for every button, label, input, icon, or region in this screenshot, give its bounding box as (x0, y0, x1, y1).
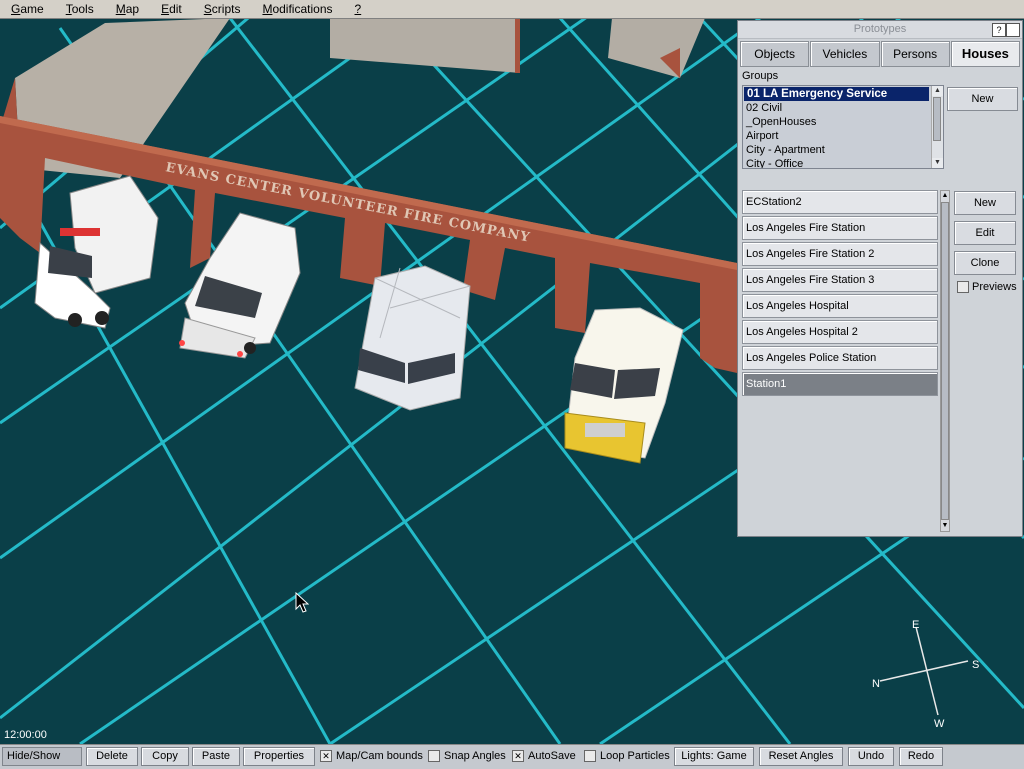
prototype-item[interactable]: Los Angeles Fire Station 2 (742, 242, 938, 266)
hide-show-button[interactable]: Hide/Show (2, 747, 82, 766)
prototype-item-selected[interactable]: Station1 (742, 372, 938, 396)
scroll-up-icon[interactable]: ▲ (941, 191, 949, 201)
paste-button[interactable]: Paste (192, 747, 240, 766)
lights-button[interactable]: Lights: Game (674, 747, 754, 766)
help-button[interactable]: ? (992, 23, 1006, 37)
menu-edit[interactable]: Edit (150, 0, 193, 18)
menu-help[interactable]: ? (344, 0, 373, 18)
compass-south: S (972, 659, 979, 671)
prototype-list: ECStation2 Los Angeles Fire Station Los … (742, 190, 940, 530)
snap-angles-label: Snap Angles (444, 750, 506, 762)
group-item[interactable]: City - Office (743, 157, 943, 168)
compass-east: E (912, 619, 919, 631)
map-cam-bounds-checkbox[interactable]: ✕ (320, 750, 332, 762)
group-item[interactable]: _OpenHouses (743, 115, 943, 129)
tab-persons[interactable]: Persons (880, 41, 950, 67)
game-clock: 12:00:00 (4, 729, 47, 741)
scroll-thumb[interactable] (933, 97, 941, 141)
prototype-item[interactable]: Los Angeles Fire Station (742, 216, 938, 240)
prototypes-panel: Prototypes ? Objects Vehicles Persons Ho… (737, 20, 1023, 537)
previews-label: Previews (972, 281, 1017, 293)
menu-map[interactable]: Map (105, 0, 150, 18)
menu-modifications[interactable]: Modifications (251, 0, 343, 18)
groups-scrollbar[interactable]: ▲ ▼ (931, 86, 943, 168)
autosave-label: AutoSave (528, 750, 576, 762)
prototype-scrollbar[interactable]: ▲ ▼ (940, 190, 950, 532)
compass-icon: E S N W (872, 619, 979, 730)
prototype-item[interactable]: ECStation2 (742, 190, 938, 214)
menu-tools[interactable]: Tools (55, 0, 105, 18)
loop-particles-toggle[interactable]: Loop Particles (584, 749, 670, 763)
clone-prototype-button[interactable]: Clone (954, 251, 1016, 275)
panel-title-bar[interactable]: Prototypes ? (738, 21, 1022, 39)
group-item[interactable]: 01 LA Emergency Service (744, 87, 929, 101)
compass-west: W (934, 718, 945, 730)
menu-scripts[interactable]: Scripts (193, 0, 252, 18)
compass-north: N (872, 678, 880, 690)
scroll-up-icon[interactable]: ▲ (932, 86, 943, 96)
new-prototype-button[interactable]: New (954, 191, 1016, 215)
prototype-item[interactable]: Los Angeles Police Station (742, 346, 938, 370)
groups-label: Groups (742, 70, 779, 82)
autosave-toggle[interactable]: ✕ AutoSave (512, 749, 576, 763)
loop-particles-checkbox[interactable] (584, 750, 596, 762)
map-cam-bounds-toggle[interactable]: ✕ Map/Cam bounds (320, 749, 423, 763)
group-item[interactable]: Airport (743, 129, 943, 143)
tab-vehicles[interactable]: Vehicles (810, 41, 880, 67)
previews-toggle[interactable]: Previews (957, 281, 1017, 293)
category-tabs: Objects Vehicles Persons Houses (740, 41, 1020, 67)
undo-button[interactable]: Undo (848, 747, 894, 766)
scroll-thumb[interactable] (941, 202, 949, 520)
group-item[interactable]: 02 Civil (743, 101, 943, 115)
previews-checkbox[interactable] (957, 281, 969, 293)
snap-angles-toggle[interactable]: Snap Angles (428, 749, 506, 763)
edit-prototype-button[interactable]: Edit (954, 221, 1016, 245)
prototype-item[interactable]: Los Angeles Hospital 2 (742, 320, 938, 344)
autosave-checkbox[interactable]: ✕ (512, 750, 524, 762)
prototype-item[interactable]: Los Angeles Hospital (742, 294, 938, 318)
reset-angles-button[interactable]: Reset Angles (759, 747, 843, 766)
tab-objects[interactable]: Objects (740, 41, 810, 67)
new-group-button[interactable]: New (947, 87, 1018, 111)
menu-game[interactable]: Game (0, 0, 55, 18)
panel-title: Prototypes (853, 23, 907, 35)
map-cam-bounds-label: Map/Cam bounds (336, 750, 423, 762)
scroll-down-icon[interactable]: ▼ (932, 158, 943, 168)
loop-particles-label: Loop Particles (600, 750, 670, 762)
tab-houses[interactable]: Houses (950, 41, 1020, 67)
scroll-down-icon[interactable]: ▼ (941, 521, 949, 531)
groups-list[interactable]: 01 LA Emergency Service 02 Civil _OpenHo… (742, 85, 944, 169)
properties-button[interactable]: Properties (243, 747, 315, 766)
group-item[interactable]: City - Apartment (743, 143, 943, 157)
mouse-cursor-icon (295, 592, 309, 613)
redo-button[interactable]: Redo (899, 747, 943, 766)
editor-toolbar: Hide/Show Delete Copy Paste Properties ✕… (0, 744, 1024, 769)
delete-button[interactable]: Delete (86, 747, 138, 766)
snap-angles-checkbox[interactable] (428, 750, 440, 762)
close-icon[interactable] (1006, 23, 1020, 37)
menu-bar: Game Tools Map Edit Scripts Modification… (0, 0, 1024, 19)
prototype-item[interactable]: Los Angeles Fire Station 3 (742, 268, 938, 292)
copy-button[interactable]: Copy (141, 747, 189, 766)
